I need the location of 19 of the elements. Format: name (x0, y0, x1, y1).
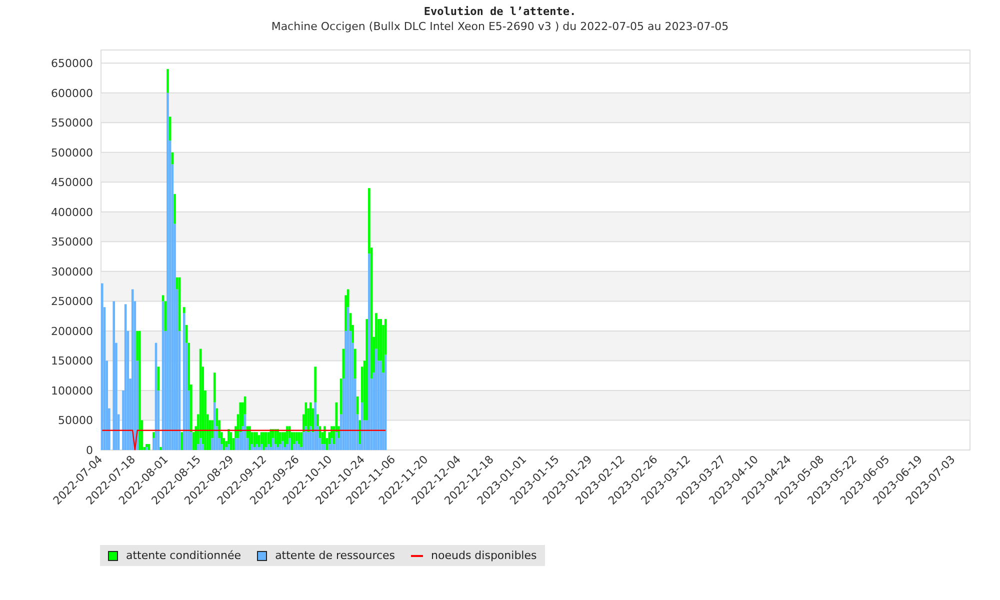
y-tick-label: 250000 (51, 295, 93, 308)
legend-label: attente de ressources (275, 549, 396, 562)
legend-label: noeuds disponibles (431, 549, 537, 562)
y-tick-label: 300000 (51, 265, 93, 278)
y-tick-label: 200000 (51, 324, 93, 338)
y-tick-label: 550000 (51, 116, 93, 130)
chart-subtitle: Machine Occigen (Bullx DLC Intel Xeon E5-2690 v3 ) du 2022-07-05 au 2023-07-05 (271, 20, 729, 33)
y-tick-label: 400000 (51, 206, 93, 219)
y-tick-label: 350000 (51, 236, 93, 249)
y-tick-label: 500000 (51, 146, 93, 160)
chart-title: Evolution de l’attente. (424, 5, 576, 18)
y-tick-label: 150000 (51, 354, 93, 368)
y-tick-label: 600000 (51, 86, 93, 100)
y-tick-label: 450000 (51, 176, 93, 190)
y-tick-label: 0 (86, 444, 93, 457)
y-tick-label: 50000 (58, 414, 93, 428)
y-tick-label: 100000 (51, 384, 93, 398)
legend-label: attente conditionnée (126, 549, 242, 562)
y-tick-label: 650000 (51, 57, 93, 70)
